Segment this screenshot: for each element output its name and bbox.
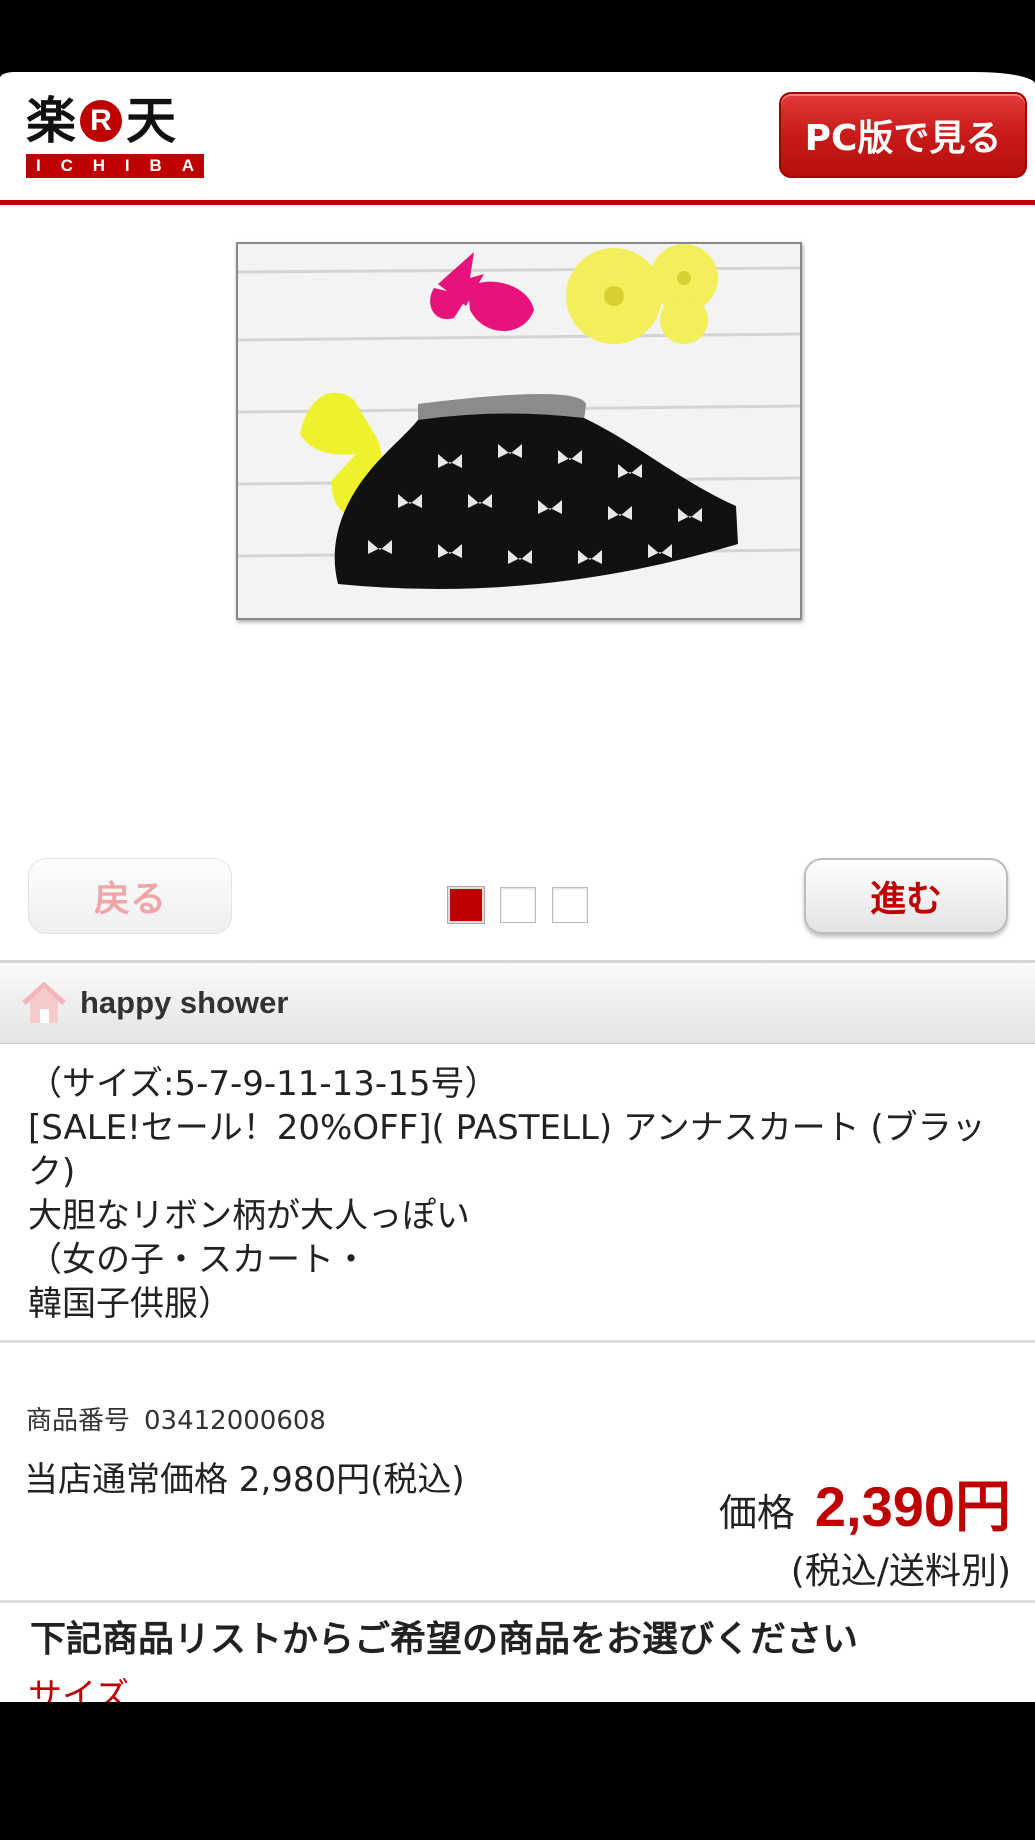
- logo-letter: A: [181, 156, 194, 175]
- normal-price: 当店通常価格 2,980円(税込): [24, 1460, 465, 1500]
- carousel-dot-3[interactable]: [552, 887, 588, 923]
- price-value: 2,390円: [814, 1475, 1011, 1538]
- carousel-pagination: [448, 887, 588, 923]
- sale-price-row: 価格 2,390円: [719, 1462, 1011, 1543]
- logo-ichiba-bar: I C H I B A: [26, 154, 204, 178]
- product-title: （サイズ:5-7-9-11-13-15号） [SALE!セール！20%OFF](…: [28, 1062, 1018, 1326]
- logo-letter: B: [149, 156, 162, 175]
- item-number-label: 商品番号: [26, 1406, 131, 1436]
- title-line: 大胆なリボン柄が大人っぽい: [28, 1196, 470, 1236]
- mobile-page: 楽 R 天 I C H I B A PC版で見る 戻る 進む happy sho…: [0, 72, 1035, 1702]
- carousel-dot-2[interactable]: [500, 887, 536, 923]
- price-label: 価格: [718, 1491, 795, 1535]
- navigation-bar: [0, 1702, 1035, 1840]
- pc-version-button[interactable]: PC版で見る: [779, 92, 1027, 178]
- logo-letter: C: [60, 156, 73, 175]
- shop-bar[interactable]: happy shower: [0, 960, 1035, 1044]
- divider: [0, 1600, 1035, 1603]
- logo-letter: I: [124, 156, 130, 175]
- logo-r-mark: R: [80, 100, 122, 142]
- home-icon: [22, 981, 66, 1023]
- item-number: 商品番号 03412000608: [26, 1400, 326, 1437]
- title-line: 韓国子供服）: [28, 1284, 232, 1324]
- back-button[interactable]: 戻る: [28, 858, 232, 934]
- logo-letter: H: [92, 156, 106, 175]
- title-line: （サイズ:5-7-9-11-13-15号）: [28, 1064, 499, 1104]
- product-image[interactable]: [236, 242, 802, 620]
- rakuten-ichiba-logo[interactable]: 楽 R 天 I C H I B A: [26, 92, 204, 180]
- site-header: 楽 R 天 I C H I B A PC版で見る: [0, 72, 1035, 206]
- carousel-dot-1[interactable]: [448, 887, 484, 923]
- title-line: [SALE!セール！20%OFF]( PASTELL) アンナスカート (ブラッ…: [28, 1108, 986, 1192]
- title-line: （女の子・スカート・: [28, 1240, 368, 1280]
- logo-kanji-right: 天: [126, 92, 176, 150]
- next-button[interactable]: 進む: [804, 858, 1008, 934]
- size-label: サイズ: [28, 1676, 129, 1702]
- divider: [0, 1340, 1035, 1343]
- header-divider: [0, 200, 1035, 205]
- shop-name[interactable]: happy shower: [80, 981, 288, 1025]
- logo-letter: I: [35, 156, 41, 175]
- item-number-value: 03412000608: [144, 1406, 326, 1436]
- price-note: (税込/送料別): [790, 1551, 1011, 1592]
- skirt-photo-illustration: [238, 244, 800, 618]
- status-bar: [0, 0, 1035, 72]
- logo-kanji-left: 楽: [26, 92, 76, 150]
- selection-heading: 下記商品リストからご希望の商品をお選びください: [30, 1619, 859, 1660]
